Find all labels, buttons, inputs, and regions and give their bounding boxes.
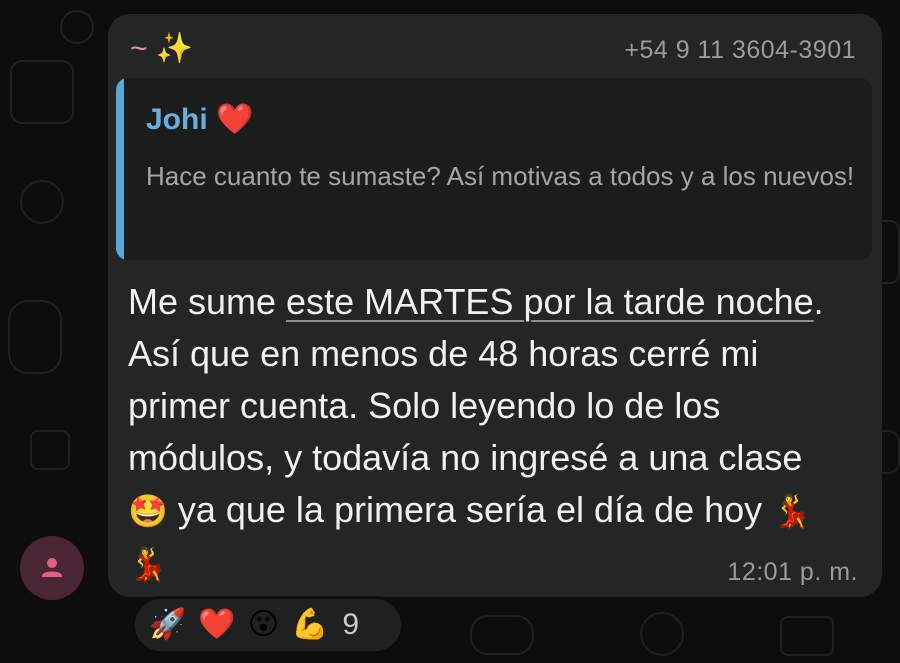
rocket-reaction: 🚀 (149, 608, 187, 641)
person-icon (42, 558, 62, 577)
reactions-bar[interactable]: 🚀 ❤️ 😮 💪 9 (132, 596, 404, 654)
sender-phone[interactable]: +54 9 11 3604-3901 (624, 36, 856, 65)
wallpaper-doodle (780, 616, 834, 656)
surprised-reaction: 😮 (247, 608, 279, 641)
heart-reaction: ❤️ (198, 608, 236, 641)
message-text-part: ya que la primera sería el día de hoy (167, 489, 773, 530)
message-text-part: Me sume (128, 281, 287, 322)
wallpaper-doodle (20, 180, 64, 224)
sender-avatar[interactable] (20, 536, 84, 600)
wallpaper-doodle (10, 60, 74, 124)
wallpaper-doodle (640, 612, 684, 656)
wallpaper-doodle (60, 10, 94, 44)
reaction-count: 9 (342, 608, 360, 641)
date-link[interactable]: este MARTES por la tarde noche (286, 281, 814, 322)
quoted-message[interactable]: Johi ❤️ Hace cuanto te sumaste? Así moti… (116, 78, 872, 260)
message-timestamp: 12:01 p. m. (727, 558, 858, 586)
star-struck-emoji: 🤩 (128, 493, 168, 529)
sender-name[interactable]: ~ ✨ (130, 34, 193, 64)
muscle-reaction: 💪 (291, 608, 329, 641)
quote-text: Hace cuanto te sumaste? Así motivas a to… (146, 161, 855, 191)
wallpaper-doodle (470, 615, 534, 655)
wallpaper-doodle (30, 430, 70, 470)
message-text: Me sume este MARTES por la tarde noche. … (128, 276, 848, 590)
message-bubble[interactable]: ~ ✨ +54 9 11 3604-3901 Johi ❤️ Hace cuan… (108, 14, 882, 597)
quote-author: Johi ❤️ (146, 103, 254, 136)
wallpaper-doodle (8, 300, 62, 374)
quote-bar (116, 78, 124, 260)
